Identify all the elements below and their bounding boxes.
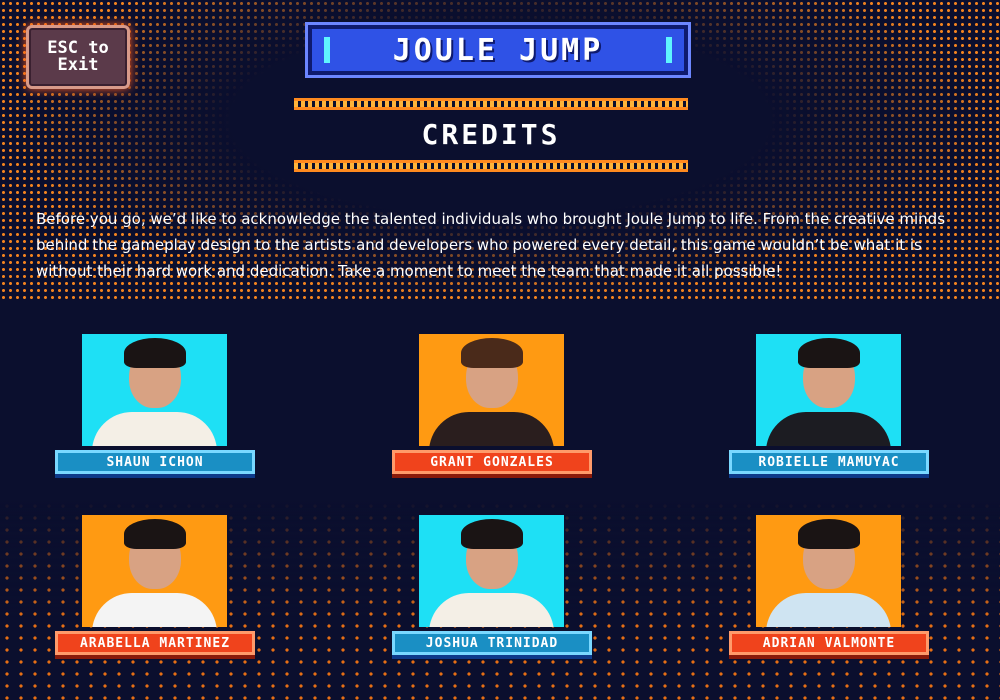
banner-cap-right [666, 37, 672, 63]
portrait-body [766, 593, 891, 627]
portrait-hair [461, 338, 523, 368]
portrait-hair [798, 519, 860, 549]
ornament-divider-bottom [294, 160, 688, 172]
portrait-body [429, 593, 554, 627]
team-name-4: ARABELLA MARTINEZ [55, 631, 255, 655]
portrait-hair [124, 338, 186, 368]
banner-cap-left [324, 37, 330, 63]
esc-exit-button[interactable]: ESC to Exit [26, 25, 130, 89]
team-name-2: GRANT GONZALES [392, 450, 592, 474]
section-title: CREDITS [421, 118, 561, 151]
team-photo-6 [756, 515, 901, 627]
team-photo-4 [82, 515, 227, 627]
team-photo-2 [419, 334, 564, 446]
team-card-3: ROBIELLE MAMUYAC [729, 334, 929, 484]
portrait-figure [82, 334, 227, 446]
game-title-banner: JOULE JUMP [308, 25, 688, 75]
portrait-hair [798, 338, 860, 368]
team-card-1: SHAUN ICHON [55, 334, 255, 484]
portrait-figure [419, 515, 564, 627]
portrait-figure [756, 515, 901, 627]
team-card-4: ARABELLA MARTINEZ [55, 515, 255, 665]
portrait-figure [756, 334, 901, 446]
team-card-5: JOSHUA TRINIDAD [392, 515, 592, 665]
team-name-5: JOSHUA TRINIDAD [392, 631, 592, 655]
portrait-hair [461, 519, 523, 549]
intro-paragraph: Before you go, we’d like to acknowledge … [36, 210, 946, 280]
team-name-3: ROBIELLE MAMUYAC [729, 450, 929, 474]
team-card-2: GRANT GONZALES [392, 334, 592, 484]
game-title: JOULE JUMP [392, 32, 604, 68]
portrait-figure [82, 515, 227, 627]
ornament-divider-top [294, 98, 688, 110]
portrait-body [92, 412, 217, 446]
team-photo-5 [419, 515, 564, 627]
portrait-hair [124, 519, 186, 549]
esc-exit-label: ESC to Exit [47, 38, 109, 75]
team-photo-1 [82, 334, 227, 446]
portrait-body [92, 593, 217, 627]
team-name-1: SHAUN ICHON [55, 450, 255, 474]
team-card-6: ADRIAN VALMONTE [729, 515, 929, 665]
portrait-figure [419, 334, 564, 446]
team-photo-3 [756, 334, 901, 446]
portrait-body [429, 412, 554, 446]
team-name-6: ADRIAN VALMONTE [729, 631, 929, 655]
portrait-body [766, 412, 891, 446]
